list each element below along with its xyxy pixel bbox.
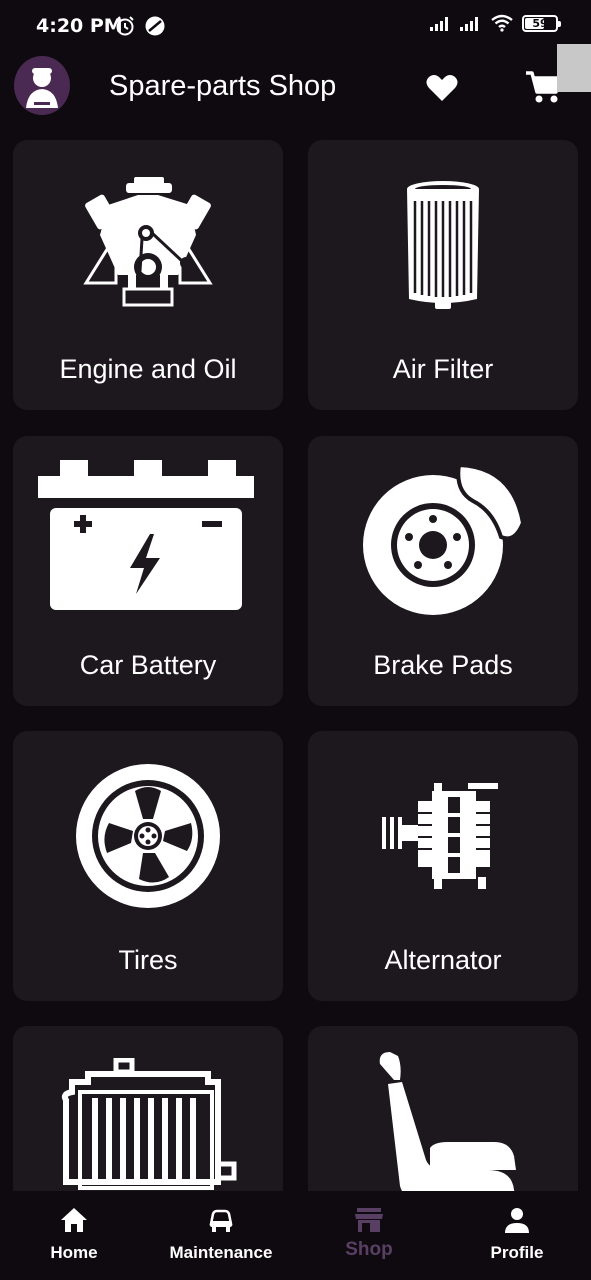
floating-overlay [557, 44, 591, 92]
car-battery-icon [38, 460, 254, 610]
category-card-car-battery[interactable]: Car Battery [13, 436, 283, 706]
category-grid: Engine and Oil Air Filter Car Battery Br… [0, 130, 591, 1191]
category-card-car-seat[interactable] [308, 1026, 578, 1191]
category-card-alternator[interactable]: Alternator [308, 731, 578, 1001]
alternator-icon [382, 783, 498, 889]
nav-item-profile[interactable]: Profile [480, 1191, 554, 1280]
category-label: Air Filter [392, 354, 494, 384]
mechanic-logo[interactable] [14, 56, 70, 115]
category-card-brake-pads[interactable]: Brake Pads [308, 436, 578, 706]
category-card-air-filter[interactable]: Air Filter [308, 140, 578, 410]
engine-icon [83, 177, 213, 307]
alarm-icon [116, 16, 134, 36]
tire-icon [76, 764, 220, 908]
category-label: Brake Pads [373, 650, 513, 680]
bottom-navigation: Home Maintenance Shop Profile [0, 1191, 591, 1280]
heart-icon [426, 75, 458, 101]
wifi-icon [491, 14, 513, 32]
signal-icon [430, 17, 448, 31]
status-time: 4:20 PM [36, 15, 123, 37]
car-maintenance-icon [209, 1209, 233, 1232]
nav-label: Shop [345, 1239, 393, 1260]
profile-icon [505, 1208, 529, 1233]
app-title: Spare-parts Shop [109, 70, 337, 102]
favorites-button[interactable] [424, 70, 460, 106]
shop-icon [355, 1208, 383, 1232]
category-card-tires[interactable]: Tires [13, 731, 283, 1001]
nav-item-home[interactable]: Home [34, 1191, 114, 1280]
nav-item-shop[interactable]: Shop [330, 1191, 408, 1280]
category-card-engine[interactable]: Engine and Oil [13, 140, 283, 410]
nav-label: Maintenance [169, 1243, 273, 1262]
home-icon [61, 1208, 87, 1232]
category-label: Car Battery [79, 650, 217, 680]
status-right-icons: 59 [430, 14, 561, 32]
nav-item-maintenance[interactable]: Maintenance [160, 1191, 282, 1280]
category-card-radiator[interactable] [13, 1026, 283, 1191]
battery-level: 59 [532, 16, 548, 30]
brake-disc-icon [363, 462, 523, 615]
car-seat-icon [379, 1052, 516, 1191]
battery-icon: 59 [522, 14, 561, 32]
vpn-icon [145, 16, 165, 36]
nav-label: Profile [490, 1243, 544, 1262]
app-bar: Spare-parts Shop [0, 50, 591, 130]
air-filter-icon [407, 181, 479, 309]
status-left-icons [114, 15, 166, 37]
nav-label: Home [50, 1243, 98, 1262]
status-bar: 4:20 PM 59 [0, 0, 591, 50]
category-label: Engine and Oil [59, 354, 237, 384]
radiator-icon [61, 1058, 237, 1190]
category-label: Tires [118, 945, 178, 975]
category-label: Alternator [384, 945, 502, 975]
signal-icon [460, 17, 478, 31]
